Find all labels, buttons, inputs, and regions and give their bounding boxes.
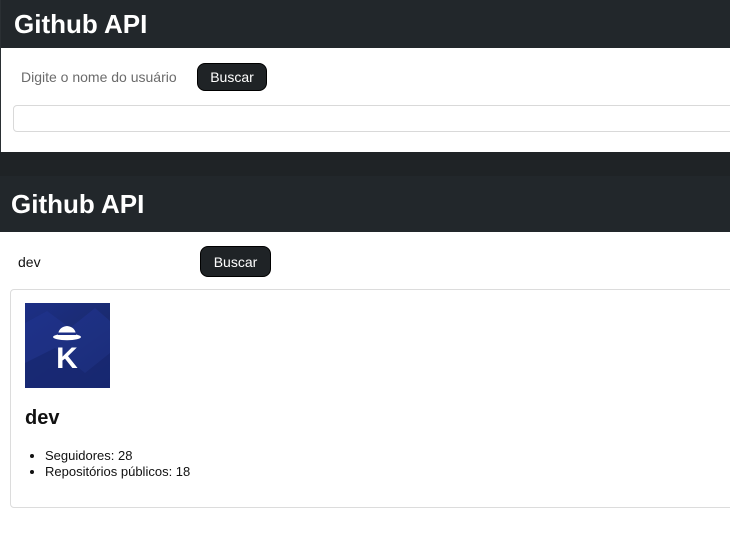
app-title: Github API [14,8,148,39]
followers-count: Seguidores: 28 [45,448,190,464]
search-bar: Buscar [21,63,267,91]
search-bar: Buscar [18,246,271,277]
app-header: Github API [1,0,730,48]
hat-k-logo-icon: K [25,308,110,388]
result-container [13,105,730,132]
search-button[interactable]: Buscar [197,63,267,91]
username-search-input[interactable] [18,253,198,270]
profile-stats-list: Seguidores: 28 Repositórios públicos: 18 [25,448,190,480]
public-repos-count: Repositórios públicos: 18 [45,464,190,480]
app-title: Github API [11,188,145,219]
user-profile-card: K dev Seguidores: 28 Repositórios públic… [10,289,730,508]
username-search-input[interactable] [21,69,201,85]
app-header: Github API [0,176,730,232]
search-button[interactable]: Buscar [200,246,271,277]
profile-name: dev [25,407,60,429]
github-api-panel-empty: Github API Buscar [0,0,730,152]
github-api-panel-result: Github API Buscar K dev Seguidores: 28 R… [0,176,730,544]
avatar-letter: K [56,342,78,375]
avatar: K [25,303,110,388]
